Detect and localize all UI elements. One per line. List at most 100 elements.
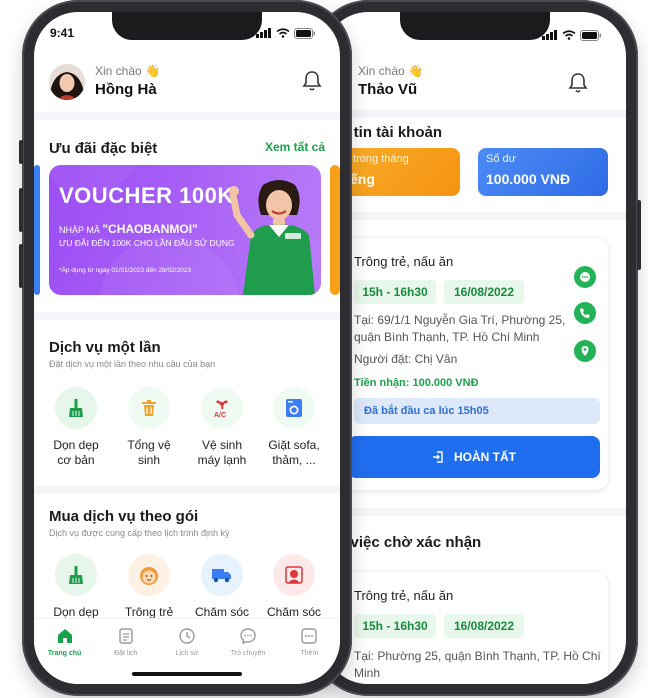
avatar[interactable] — [49, 64, 85, 100]
service-label-1: Chăm sóc — [194, 605, 250, 619]
front-screen: 9:41 Xin chào 👋 Hồng Hà Ưu đãi đặc biệt … — [34, 12, 340, 684]
service-label-1: Trông trẻ — [124, 605, 174, 619]
package-title: Mua dịch vụ theo gói — [49, 508, 199, 525]
status-icons — [542, 29, 602, 41]
chat-icon[interactable] — [574, 266, 596, 288]
notch — [400, 12, 550, 40]
bell-icon[interactable] — [302, 70, 322, 92]
service-deep-cleaning[interactable]: Tổng vệ sinh — [116, 387, 182, 468]
broom-icon — [55, 387, 97, 429]
washing-machine-icon — [273, 387, 315, 429]
power-button — [637, 200, 641, 270]
back-screen: Xin chào 👋 Thảo Vũ ông tin tài khoản ờ l… — [324, 12, 626, 684]
job-time: 15h - 16h30 — [354, 280, 436, 304]
divider — [324, 212, 626, 220]
balance-label: Số dư — [486, 153, 516, 165]
package-babysitting[interactable]: Trông trẻ — [116, 554, 182, 620]
job-address-1: Tại: 69/1/1 Nguyễn Gia Trí, Phường 25, — [354, 313, 566, 327]
active-job-card[interactable]: Trông trẻ, nấu ăn 15h - 16h30 16/08/2022… — [328, 238, 608, 490]
status-icons — [256, 27, 316, 39]
staff-photo — [229, 180, 315, 295]
elder-care-icon — [273, 554, 315, 596]
battery-icon — [294, 27, 315, 39]
see-all-link[interactable]: Xem tất cả — [265, 140, 325, 154]
voucher-banner[interactable]: VOUCHER 100K NHẬP MÃ "CHAOBANMOI" ƯU ĐÃI… — [49, 165, 321, 295]
more-icon — [301, 628, 318, 644]
phone-back: Xin chào 👋 Thảo Vũ ông tin tài khoản ờ l… — [312, 0, 641, 696]
service-sofa-washing[interactable]: Giặt sofa, thảm, ... — [261, 387, 327, 468]
prev-banner[interactable] — [34, 165, 40, 295]
user-name: Hồng Hà — [95, 81, 157, 98]
divider — [324, 508, 626, 516]
avatar-image — [49, 64, 85, 100]
baby-face-icon — [128, 554, 170, 596]
started-notice: Đã bắt đầu ca lúc 15h05 — [354, 398, 600, 424]
service-basic-cleaning[interactable]: Dọn dẹp cơ bản — [43, 387, 109, 468]
voucher-note: *Áp dụng từ ngày 01/01/2023 đến 28/02/20… — [59, 267, 191, 274]
phone-front: 9:41 Xin chào 👋 Hồng Hà Ưu đãi đặc biệt … — [19, 0, 352, 696]
service-label-1: Chăm sóc — [266, 605, 322, 619]
service-label-1: Tổng vệ — [127, 438, 171, 452]
service-label-1: Vệ sinh — [201, 438, 243, 452]
home-icon — [57, 629, 72, 643]
pending-job-address-1: Tại: Phường 25, quận Bình Thạnh, TP. Hồ … — [354, 649, 601, 663]
home-indicator — [132, 672, 242, 676]
promo-title: Ưu đãi đặc biệt — [49, 140, 158, 157]
job-date: 16/08/2022 — [444, 280, 524, 304]
service-label-2: sinh — [137, 453, 160, 467]
job-title: Trông trẻ, nấu ăn — [354, 254, 454, 269]
voucher-desc: ƯU ĐÃI ĐẾN 100K CHO LẦN ĐẦU SỬ DỤNG — [59, 238, 235, 248]
tab-label: Trò chuyện — [230, 650, 266, 657]
complete-button-label: HOÀN TẤT — [454, 450, 516, 464]
broom-icon — [55, 554, 97, 596]
divider — [34, 312, 340, 320]
battery-icon — [580, 29, 601, 41]
location-icon[interactable] — [574, 340, 596, 362]
pending-job-title: Trông trẻ, nấu ăn — [354, 588, 454, 603]
balance-card: Số dư 100.000 VNĐ — [478, 148, 608, 196]
volume-up-button — [19, 188, 23, 232]
tab-home[interactable]: Trang chủ — [37, 627, 93, 684]
check-in-icon — [433, 451, 443, 463]
greeting-block: Xin chào 👋 Thảo Vũ — [358, 64, 423, 98]
phone-call-icon[interactable] — [574, 302, 596, 324]
status-time: 9:41 — [50, 26, 75, 40]
job-booker: Người đặt: Chị Vân — [354, 352, 458, 366]
user-name: Thảo Vũ — [358, 81, 418, 98]
complete-button[interactable]: HOÀN TẤT — [348, 436, 600, 478]
wifi-icon — [562, 30, 576, 40]
pending-job-card[interactable]: Trông trẻ, nấu ăn 15h - 16h30 16/08/2022… — [328, 572, 608, 684]
package-care-2[interactable]: Chăm sóc — [261, 554, 327, 620]
tab-label: Lịch sử — [175, 650, 199, 657]
pending-job-date: 16/08/2022 — [444, 614, 524, 638]
bell-icon[interactable] — [568, 72, 588, 94]
mute-switch — [19, 140, 23, 164]
voucher-code-line: NHẬP MÃ "CHAOBANMOI" — [59, 222, 198, 236]
tab-label: Đặt lịch — [114, 650, 138, 657]
next-banner[interactable] — [330, 165, 340, 295]
package-care-1[interactable]: Chăm sóc — [189, 554, 255, 620]
notch — [112, 12, 262, 40]
one-time-subtitle: Đặt dịch vụ một lần theo nhu cầu của bạn — [49, 359, 216, 369]
pending-job-time: 15h - 16h30 — [354, 614, 436, 638]
divider — [34, 486, 340, 494]
service-label-1: Dọn dẹp — [53, 605, 99, 619]
package-cleaning[interactable]: Dọn dẹp — [43, 554, 109, 620]
service-label-2: thảm, ... — [272, 453, 316, 467]
tab-label: Thêm — [300, 650, 319, 657]
package-subtitle: Dịch vụ được cung cấp theo lịch trình đị… — [49, 528, 230, 538]
job-money: Tiền nhận: 100.000 VNĐ — [354, 377, 479, 389]
divider — [34, 112, 340, 120]
tab-label: Trang chủ — [47, 650, 82, 657]
job-address-2: quận Bình Thạnh, TP. Hồ Chí Minh — [354, 330, 540, 344]
tab-more[interactable]: Thêm — [281, 627, 337, 684]
divider — [324, 110, 626, 118]
service-label-1: Giặt sofa, — [268, 438, 320, 452]
voucher-code: "CHAOBANMOI" — [102, 222, 198, 236]
greeting-text: Xin chào 👋 — [95, 64, 160, 78]
volume-down-button — [19, 244, 23, 288]
voucher-title: VOUCHER 100K — [59, 183, 234, 208]
service-label-2: máy lạnh — [197, 453, 247, 467]
pending-job-address-2: Minh — [354, 666, 381, 680]
service-ac-cleaning[interactable]: A/C Vệ sinh máy lạnh — [189, 387, 255, 468]
